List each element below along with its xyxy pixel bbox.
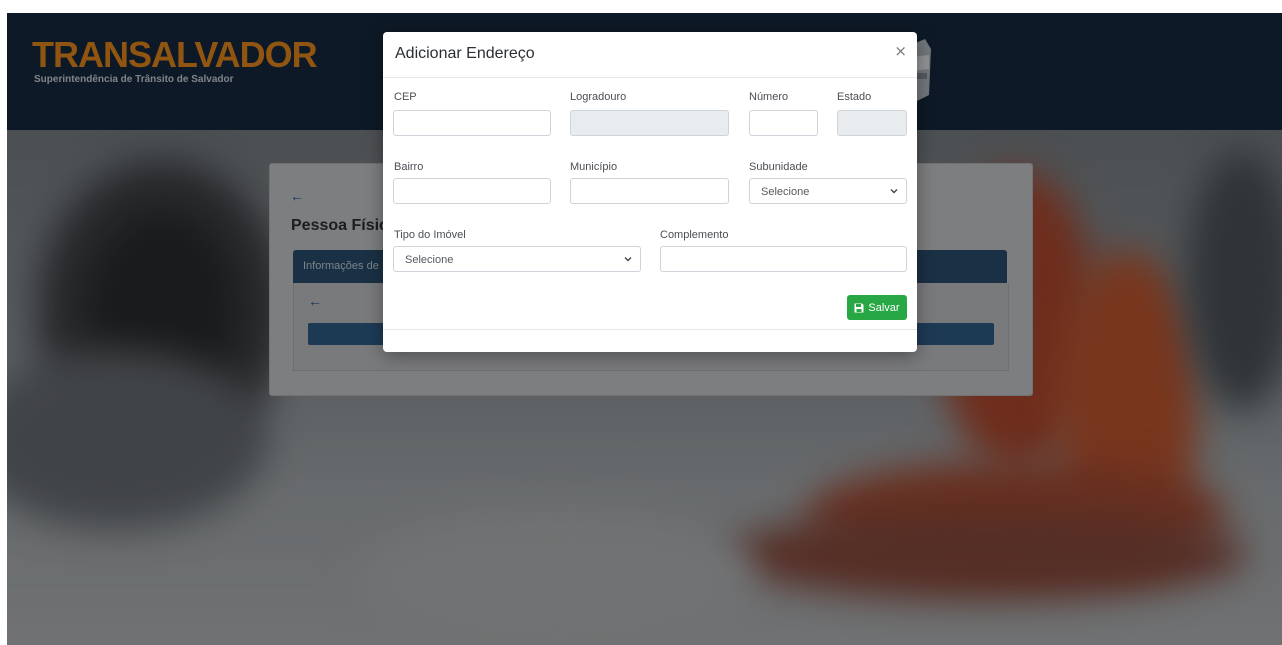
close-icon[interactable]: × xyxy=(894,42,907,60)
municipio-label: Município xyxy=(570,161,618,173)
numero-input[interactable] xyxy=(749,110,818,136)
estado-input xyxy=(837,110,907,136)
modal-header: Adicionar Endereço × xyxy=(383,32,917,78)
complemento-input[interactable] xyxy=(660,246,907,272)
cep-label: CEP xyxy=(394,91,417,103)
municipio-input[interactable] xyxy=(570,178,729,204)
subunidade-label: Subunidade xyxy=(749,161,808,173)
cep-input[interactable] xyxy=(393,110,551,136)
subunidade-selected: Selecione xyxy=(761,186,810,198)
modal-footer-divider xyxy=(383,329,917,330)
estado-label: Estado xyxy=(837,91,872,103)
save-label: Salvar xyxy=(868,301,900,314)
complemento-label: Complemento xyxy=(660,229,729,241)
bairro-label: Bairro xyxy=(394,161,424,173)
chevron-down-icon xyxy=(890,189,898,194)
logradouro-label: Logradouro xyxy=(570,91,627,103)
subunidade-select[interactable]: Selecione xyxy=(749,178,907,204)
save-button[interactable]: Salvar xyxy=(847,295,907,320)
save-icon xyxy=(854,303,864,312)
modal-title: Adicionar Endereço xyxy=(395,45,535,62)
tipo-imovel-selected: Selecione xyxy=(405,254,454,266)
numero-label: Número xyxy=(749,91,789,103)
logradouro-input xyxy=(570,110,729,136)
add-address-modal: Adicionar Endereço × CEP Logradouro Núme… xyxy=(383,32,917,352)
chevron-down-icon xyxy=(624,257,632,262)
tipo-imovel-label: Tipo do Imóvel xyxy=(394,229,466,241)
tipo-imovel-select[interactable]: Selecione xyxy=(393,246,641,272)
bairro-input[interactable] xyxy=(393,178,551,204)
